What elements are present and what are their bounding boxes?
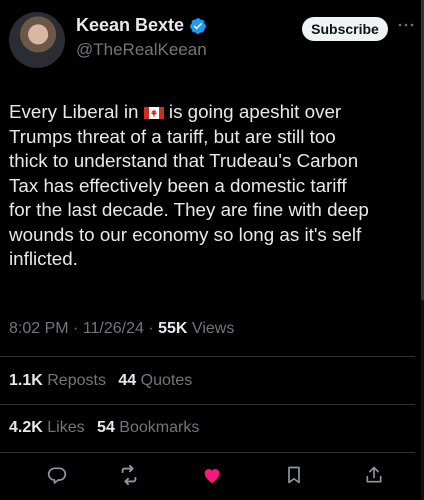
more-options-icon[interactable] xyxy=(395,18,417,32)
reply-icon xyxy=(47,467,67,484)
subscribe-button[interactable]: Subscribe xyxy=(302,17,388,41)
divider xyxy=(0,356,415,357)
meta-separator: · xyxy=(68,320,83,337)
likes-stat[interactable]: 4.2K Likes xyxy=(9,419,85,436)
tweet-meta: 8:02 PM · 11/26/24 · 55K Views xyxy=(9,320,234,338)
tweet-time[interactable]: 8:02 PM xyxy=(9,320,69,337)
repost-quote-stats: 1.1K Reposts 44 Quotes xyxy=(9,372,200,390)
verified-badge-icon xyxy=(190,17,206,34)
like-button[interactable] xyxy=(199,462,225,488)
likes-label: Likes xyxy=(42,419,85,436)
like-bookmark-stats: 4.2K Likes 54 Bookmarks xyxy=(9,419,207,437)
reposts-stat[interactable]: 1.1K Reposts xyxy=(9,372,106,389)
avatar[interactable] xyxy=(9,12,65,68)
meta-separator: · xyxy=(143,320,159,337)
author-name-row: Keean Bexte xyxy=(76,15,207,36)
reply-button[interactable] xyxy=(44,462,70,488)
quotes-label: Quotes xyxy=(136,372,193,389)
share-button[interactable] xyxy=(361,462,387,488)
author-handle[interactable]: @TheRealKeean xyxy=(76,40,207,60)
bookmarks-label: Bookmarks xyxy=(114,419,200,436)
quotes-stat[interactable]: 44 Quotes xyxy=(118,372,192,389)
repost-icon xyxy=(121,464,137,486)
tweet-text: Every Liberal in is going apeshit over T… xyxy=(9,100,414,272)
bookmarks-count: 54 xyxy=(97,419,115,436)
divider xyxy=(0,404,415,405)
repost-button[interactable] xyxy=(116,462,142,488)
author-name[interactable]: Keean Bexte xyxy=(76,15,184,36)
bookmark-icon xyxy=(288,466,300,484)
action-bar xyxy=(0,462,424,492)
quotes-count: 44 xyxy=(118,372,137,389)
views-count: 55K xyxy=(158,320,188,337)
views-label: Views xyxy=(187,320,235,337)
share-icon xyxy=(366,466,382,483)
bookmark-button[interactable] xyxy=(281,462,307,488)
canada-flag-icon xyxy=(143,107,164,119)
divider xyxy=(0,452,415,453)
bookmarks-stat[interactable]: 54 Bookmarks xyxy=(97,419,199,436)
tweet-date[interactable]: 11/26/24 xyxy=(83,320,144,337)
tweet-text-part-2: is going apeshit over Trumps threat of a… xyxy=(9,101,369,269)
reposts-label: Reposts xyxy=(42,372,106,389)
like-icon-filled xyxy=(204,469,220,484)
tweet-text-part-1: Every Liberal in xyxy=(9,101,144,122)
likes-count: 4.2K xyxy=(9,419,43,436)
reposts-count: 1.1K xyxy=(9,372,43,389)
